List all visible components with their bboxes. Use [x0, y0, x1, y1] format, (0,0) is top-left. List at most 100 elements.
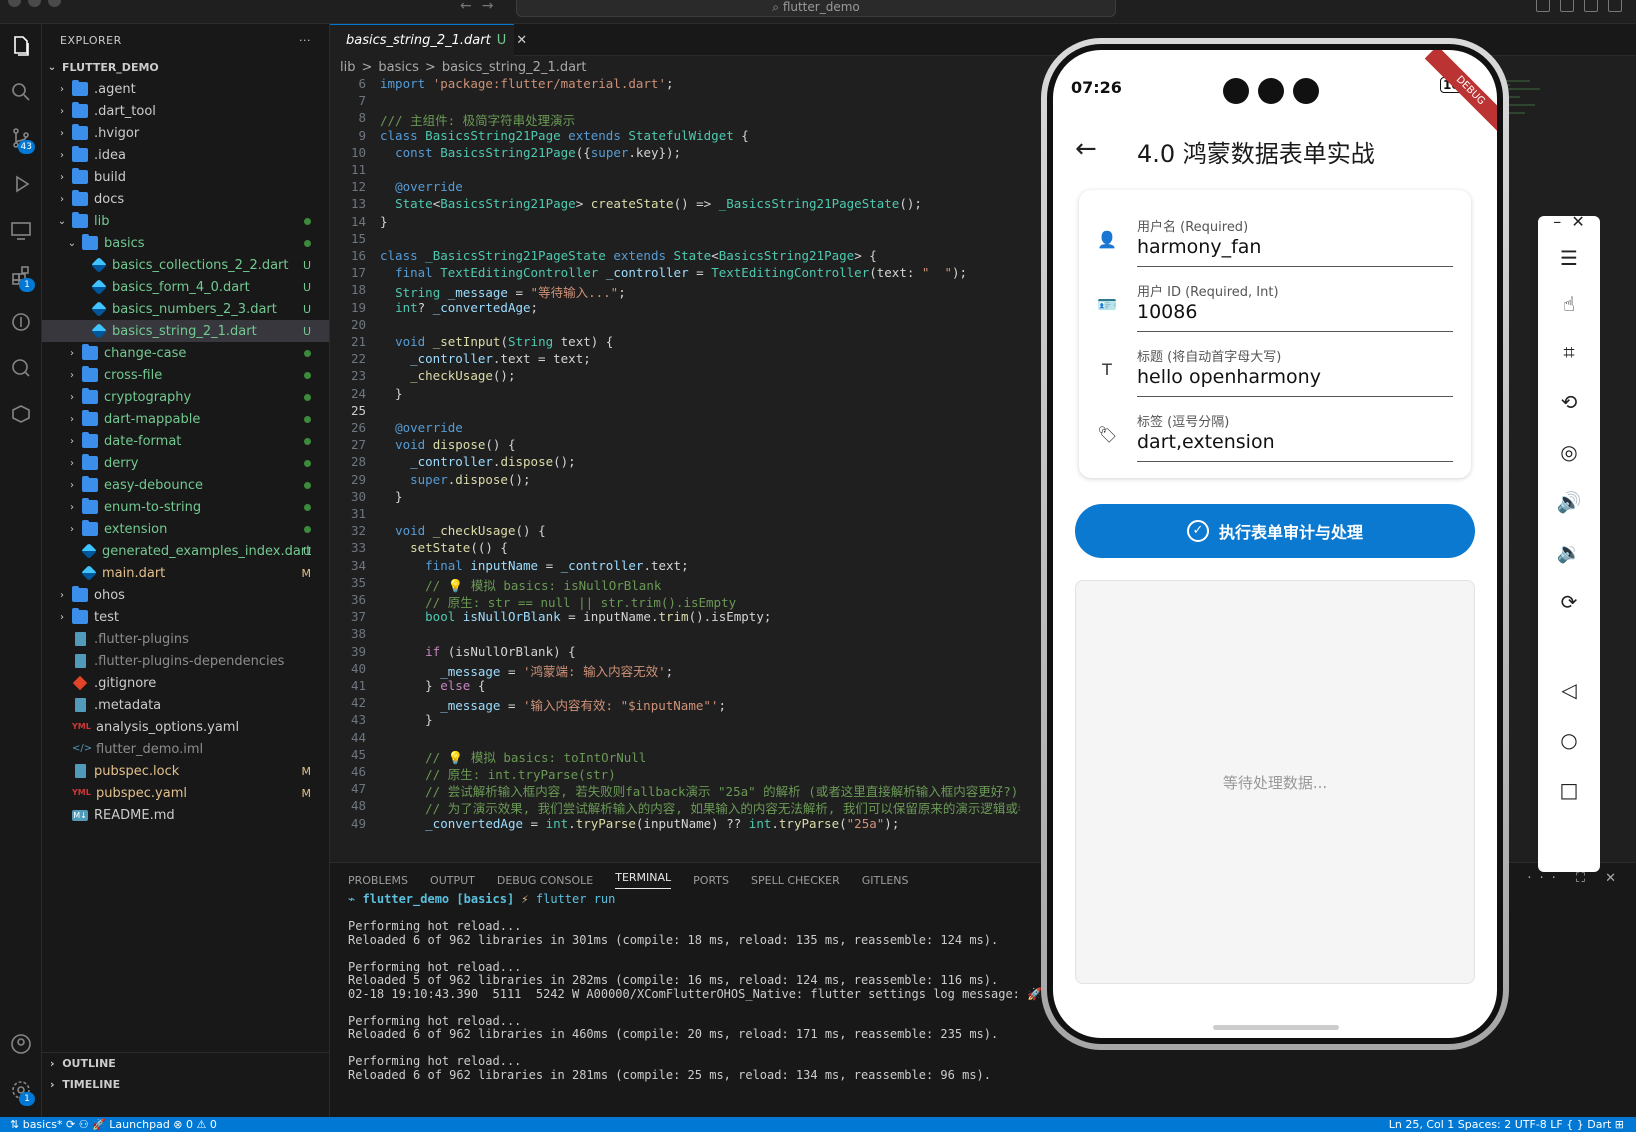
panel-tab-debug-console[interactable]: DEBUG CONSOLE — [497, 874, 593, 887]
tree-folder[interactable]: › change-case — [42, 342, 329, 364]
submit-form-button[interactable]: ✓ 执行表单审计与处理 — [1075, 504, 1475, 558]
zoom-window-button[interactable] — [48, 0, 61, 7]
tree-item-label: cross-file — [104, 367, 163, 383]
tree-folder[interactable]: › docs — [42, 188, 329, 210]
tree-folder[interactable]: › .idea — [42, 144, 329, 166]
volume-down-icon[interactable]: 🔉 — [1538, 540, 1600, 564]
explorer-icon[interactable] — [5, 30, 37, 62]
volume-up-icon[interactable]: 🔊 — [1538, 490, 1600, 514]
tree-folder[interactable]: › date-format — [42, 430, 329, 452]
tree-folder[interactable]: › easy-debounce — [42, 474, 329, 496]
minimize-icon[interactable]: – ✕ — [1538, 212, 1600, 231]
panel-tab-spell-checker[interactable]: SPELL CHECKER — [751, 874, 840, 887]
settings-gear-icon[interactable]: 1 — [5, 1074, 37, 1106]
breadcrumb-item[interactable]: basics_string_2_1.dart — [442, 60, 587, 75]
run-debug-icon[interactable] — [5, 168, 37, 200]
gitlens-icon[interactable] — [5, 306, 37, 338]
panel-tab-gitlens[interactable]: GITLENS — [862, 874, 909, 887]
tree-file[interactable]: pubspec.lock M — [42, 760, 329, 782]
close-window-button[interactable] — [8, 0, 21, 7]
tree-folder[interactable]: › test — [42, 606, 329, 628]
source-control-icon[interactable]: 43 — [5, 122, 37, 154]
code-editor[interactable]: 6 import 'package:flutter/material.dart';… — [330, 76, 1020, 856]
tree-folder[interactable]: › derry — [42, 452, 329, 474]
form-field[interactable]: 👤 用户名 (Required) harmony_fan — [1079, 196, 1471, 267]
tree-file[interactable]: YML analysis_options.yaml — [42, 716, 329, 738]
shake-icon[interactable]: ⟳ — [1538, 590, 1600, 614]
tree-file[interactable]: basics_form_4_0.dart U — [42, 276, 329, 298]
field-value[interactable]: hello openharmony — [1137, 366, 1321, 388]
field-value[interactable]: harmony_fan — [1137, 236, 1261, 258]
tree-file[interactable]: .flutter-plugins-dependencies — [42, 650, 329, 672]
tree-file[interactable]: YML pubspec.yaml M — [42, 782, 329, 804]
breadcrumb-item[interactable]: basics — [378, 60, 419, 75]
tree-folder[interactable]: › cryptography — [42, 386, 329, 408]
tree-file[interactable]: M↓ README.md — [42, 804, 329, 826]
nav-home-icon[interactable]: ○ — [1538, 728, 1600, 752]
tree-file[interactable]: </> flutter_demo.iml — [42, 738, 329, 760]
field-value[interactable]: dart,extension — [1137, 431, 1275, 453]
tab-close-icon[interactable]: ✕ — [516, 33, 527, 48]
back-arrow-icon[interactable]: ← — [1075, 134, 1097, 164]
status-left[interactable]: ⇅ basics* ⟳ ⚇ 🚀 Launchpad ⊗ 0 ⚠ 0 — [10, 1117, 217, 1132]
status-right[interactable]: Ln 25, Col 1 Spaces: 2 UTF-8 LF { } Dart… — [1389, 1117, 1624, 1132]
terminal-output[interactable]: ⌁ flutter_demo [basics] ⚡ flutter run Pe… — [348, 892, 1057, 1082]
menu-icon[interactable]: ☰ — [1538, 246, 1600, 270]
tree-folder[interactable]: › ohos — [42, 584, 329, 606]
explorer-more-button[interactable]: ··· — [299, 34, 311, 47]
rotate-icon[interactable]: ⟲ — [1538, 390, 1600, 414]
field-value[interactable]: 10086 — [1137, 301, 1197, 323]
tree-file[interactable]: .flutter-plugins — [42, 628, 329, 650]
layout-icon[interactable] — [1536, 0, 1550, 12]
form-field[interactable]: T 标题 (将自动首字母大写) hello openharmony — [1079, 326, 1471, 397]
tree-file[interactable]: main.dart M — [42, 562, 329, 584]
panel-tab-output[interactable]: OUTPUT — [430, 874, 475, 887]
tree-item-label: generated_examples_index.dart — [102, 543, 312, 559]
testing-icon[interactable] — [5, 352, 37, 384]
nav-arrows[interactable]: ←→ — [460, 0, 503, 14]
nav-back-icon[interactable]: ◁ — [1538, 678, 1600, 702]
command-center-search[interactable]: ⌕ flutter_demo — [516, 0, 1116, 17]
extensions-icon[interactable]: 1 — [5, 260, 37, 292]
tree-folder[interactable]: ⌄ basics — [42, 232, 329, 254]
tab-basics-string[interactable]: basics_string_2_1.dart U ✕ — [330, 24, 527, 56]
outline-section[interactable]: › OUTLINE — [42, 1053, 329, 1074]
account-icon[interactable] — [5, 1028, 37, 1060]
tree-folder[interactable]: › enum-to-string — [42, 496, 329, 518]
layout-icon[interactable] — [1608, 0, 1622, 12]
tree-file[interactable]: .gitignore — [42, 672, 329, 694]
tree-file[interactable]: generated_examples_index.dart U — [42, 540, 329, 562]
workspace-root[interactable]: ⌄ FLUTTER_DEMO — [42, 56, 329, 78]
layout-icons[interactable] — [1536, 0, 1622, 12]
panel-tab-problems[interactable]: PROBLEMS — [348, 874, 408, 887]
remote-explorer-icon[interactable] — [5, 214, 37, 246]
tree-folder[interactable]: › .hvigor — [42, 122, 329, 144]
crop-icon[interactable]: ⌗ — [1538, 340, 1600, 364]
form-field[interactable]: 🪪 用户 ID (Required, Int) 10086 — [1079, 261, 1471, 332]
tree-file[interactable]: .metadata — [42, 694, 329, 716]
form-field[interactable]: 🏷 标签 (逗号分隔) dart,extension — [1079, 391, 1471, 462]
tree-folder[interactable]: › extension — [42, 518, 329, 540]
minimize-window-button[interactable] — [28, 0, 41, 7]
home-indicator[interactable] — [1213, 1025, 1339, 1030]
panel-tab-terminal[interactable]: TERMINAL — [615, 871, 672, 889]
tree-file[interactable]: basics_numbers_2_3.dart U — [42, 298, 329, 320]
tree-file[interactable]: basics_collections_2_2.dart U — [42, 254, 329, 276]
containers-icon[interactable] — [5, 398, 37, 430]
tree-folder[interactable]: › .dart_tool — [42, 100, 329, 122]
tree-folder[interactable]: › dart-mappable — [42, 408, 329, 430]
tree-folder[interactable]: › cross-file — [42, 364, 329, 386]
tree-folder[interactable]: › .agent — [42, 78, 329, 100]
screenshot-icon[interactable]: ◎ — [1538, 440, 1600, 464]
tree-folder[interactable]: ⌄ lib — [42, 210, 329, 232]
tree-file[interactable]: basics_string_2_1.dart U — [42, 320, 329, 342]
timeline-section[interactable]: › TIMELINE — [42, 1074, 329, 1095]
nav-recents-icon[interactable]: □ — [1538, 778, 1600, 802]
tree-folder[interactable]: › build — [42, 166, 329, 188]
layout-icon[interactable] — [1584, 0, 1598, 12]
search-icon[interactable] — [5, 76, 37, 108]
panel-tab-ports[interactable]: PORTS — [693, 874, 729, 887]
breadcrumb-item[interactable]: lib — [340, 60, 355, 75]
no-touch-icon[interactable]: ☝ — [1538, 292, 1600, 316]
layout-icon[interactable] — [1560, 0, 1574, 12]
